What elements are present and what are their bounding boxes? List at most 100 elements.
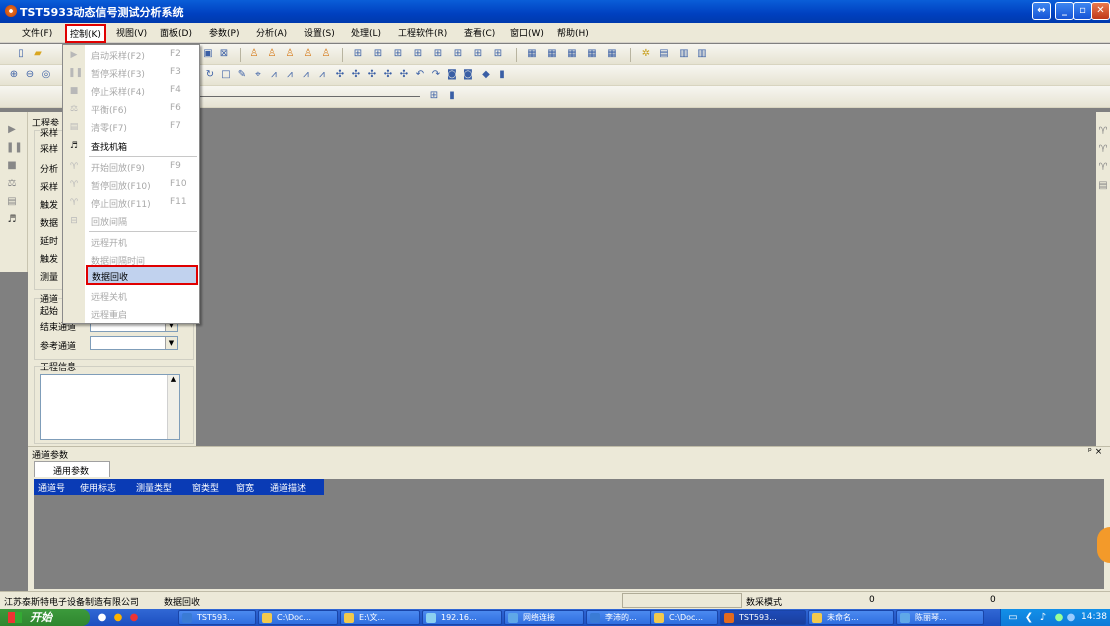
pause-side-icon[interactable]: ❚❚ (6, 142, 23, 154)
layout-5-icon[interactable]: ⊞ (432, 48, 444, 60)
minimize-button[interactable]: _ (1055, 2, 1074, 20)
tray-app-icon[interactable]: ● (1065, 612, 1077, 624)
peak-1-icon[interactable]: ⩘ (268, 69, 280, 81)
report-icon[interactable]: ▥ (678, 48, 690, 60)
col-channel-no[interactable]: 通道号 (38, 481, 65, 494)
keyboard-icon[interactable]: ▭ (1007, 612, 1019, 624)
quicklaunch-2-icon[interactable]: ● (112, 612, 124, 624)
display-4-icon[interactable]: ▦ (586, 48, 598, 60)
menu-process[interactable]: 处理(L) (351, 26, 381, 39)
undo-icon[interactable]: ↶ (414, 69, 426, 81)
probe-2-icon[interactable]: ♈ (1097, 144, 1109, 156)
col-use-flag[interactable]: 使用标志 (80, 481, 116, 494)
col-window-width[interactable]: 窗宽 (236, 481, 254, 494)
fft-icon[interactable]: ♙ (248, 48, 260, 60)
probe-1-icon[interactable]: ♈ (1097, 126, 1109, 138)
tools-icon[interactable]: ✲ (640, 48, 652, 60)
menu-item-pause-sampling[interactable]: ❚❚ 暂停采样(F3) F3 (63, 65, 199, 81)
peak-4-icon[interactable]: ⩘ (316, 69, 328, 81)
marker-1-icon[interactable]: ✣ (334, 69, 346, 81)
chevron-down-icon[interactable]: ▼ (165, 337, 177, 349)
menu-item-pause-playback[interactable]: ♈ 暂停回放(F10) F10 (63, 177, 199, 193)
task-button-2[interactable]: C:\Doc... (258, 610, 338, 625)
menu-control[interactable]: 控制(K) (65, 24, 106, 43)
bars-icon[interactable]: ▮ (496, 69, 508, 81)
grid-icon[interactable]: ⊞ (428, 90, 440, 102)
pin-close-icon[interactable]: ᵖ × (1088, 447, 1102, 457)
ref-channel-select[interactable]: ▼ (90, 336, 178, 350)
layout-1-icon[interactable]: ⊞ (352, 48, 364, 60)
menu-item-remote-power-on[interactable]: 远程开机 (63, 234, 199, 250)
peak-2-icon[interactable]: ⩘ (284, 69, 296, 81)
rect-icon[interactable]: □ (220, 69, 232, 81)
project-info-textarea[interactable]: ▲ (40, 374, 180, 440)
layout-4-icon[interactable]: ⊞ (412, 48, 424, 60)
marker-4-icon[interactable]: ✣ (382, 69, 394, 81)
task-button-4[interactable]: 192.16... (422, 610, 502, 625)
menu-item-remote-shutdown[interactable]: 远程关机 (63, 288, 199, 304)
task-button-7[interactable]: C:\Doc... (650, 610, 718, 625)
marker-3-icon[interactable]: ✣ (366, 69, 378, 81)
side-float-button[interactable] (1097, 527, 1110, 563)
menu-item-data-recovery[interactable]: 数据回收 (86, 265, 198, 285)
menu-item-zero[interactable]: ▤ 清零(F7) F7 (63, 119, 199, 135)
column-icon[interactable]: ▮ (446, 90, 458, 102)
task-button-5[interactable]: 网络连接 (504, 610, 584, 625)
layout-8-icon[interactable]: ⊞ (492, 48, 504, 60)
capture-2-icon[interactable]: ◙ (462, 69, 474, 81)
display-5-icon[interactable]: ▦ (606, 48, 618, 60)
cor-icon[interactable]: ♙ (302, 48, 314, 60)
export-icon[interactable]: ▥ (696, 48, 708, 60)
properties-icon[interactable]: ▤ (658, 48, 670, 60)
menu-file[interactable]: 文件(F) (22, 26, 52, 39)
slider-track[interactable] (200, 96, 420, 97)
display-2-icon[interactable]: ▦ (546, 48, 558, 60)
col-window-type[interactable]: 窗类型 (192, 481, 219, 494)
menu-analysis[interactable]: 分析(A) (256, 26, 287, 39)
task-button-9[interactable]: 未命名... (808, 610, 894, 625)
display-3-icon[interactable]: ▦ (566, 48, 578, 60)
display-1-icon[interactable]: ▦ (526, 48, 538, 60)
binoculars-side-icon[interactable]: ♬ (6, 214, 18, 226)
col-channel-desc[interactable]: 通道描述 (270, 481, 306, 494)
peak-3-icon[interactable]: ⩘ (300, 69, 312, 81)
interval-icon[interactable]: ▤ (1097, 180, 1109, 192)
task-button-10[interactable]: 陈丽琴... (896, 610, 984, 625)
task-button-8[interactable]: TST593... (720, 610, 806, 625)
probe-3-icon[interactable]: ♈ (1097, 162, 1109, 174)
close-button[interactable]: ✕ (1091, 2, 1110, 20)
menu-item-start-playback[interactable]: ♈ 开始回放(F9) F9 (63, 159, 199, 175)
cursor-icon[interactable]: ⌖ (252, 69, 264, 81)
marker-2-icon[interactable]: ✣ (350, 69, 362, 81)
menu-look[interactable]: 查看(C) (464, 26, 495, 39)
open-folder-icon[interactable]: ▰ (32, 48, 44, 60)
zoom-fit-icon[interactable]: ◎ (40, 69, 52, 81)
quicklaunch-3-icon[interactable]: ● (128, 612, 140, 624)
task-button-1[interactable]: TST593... (178, 610, 256, 625)
col-measure-type[interactable]: 测量类型 (136, 481, 172, 494)
menu-item-stop-sampling[interactable]: ■ 停止采样(F4) F4 (63, 83, 199, 99)
restore-down-icon[interactable]: ↔ (1032, 2, 1051, 20)
task-button-3[interactable]: E:\文... (340, 610, 420, 625)
capture-icon[interactable]: ◙ (446, 69, 458, 81)
menu-panel[interactable]: 面板(D) (160, 26, 192, 39)
redo-icon[interactable]: ↷ (430, 69, 442, 81)
menu-eng-software[interactable]: 工程软件(R) (398, 26, 447, 39)
layout-6-icon[interactable]: ⊞ (452, 48, 464, 60)
stop-side-icon[interactable]: ■ (6, 160, 18, 172)
cep-icon[interactable]: ♙ (320, 48, 332, 60)
rotate-icon[interactable]: ↻ (204, 69, 216, 81)
zero-side-icon[interactable]: ▤ (6, 196, 18, 208)
menu-window[interactable]: 窗口(W) (510, 26, 544, 39)
menu-view[interactable]: 视图(V) (116, 26, 147, 39)
menu-item-playback-interval[interactable]: ⊟ 回放间隔 (63, 213, 199, 229)
tab-general-params[interactable]: 通用参数 (34, 461, 110, 477)
scroll-up-icon[interactable]: ▲ (167, 375, 179, 439)
balance-side-icon[interactable]: ⚖ (6, 178, 18, 190)
trf-icon[interactable]: ♙ (266, 48, 278, 60)
zoom-out-icon[interactable]: ⊖ (24, 69, 36, 81)
close-window-icon[interactable]: ⊠ (218, 48, 230, 60)
menu-settings[interactable]: 设置(S) (304, 26, 335, 39)
quicklaunch-1-icon[interactable]: ● (96, 612, 108, 624)
volume-icon[interactable]: ♪ (1037, 612, 1049, 624)
